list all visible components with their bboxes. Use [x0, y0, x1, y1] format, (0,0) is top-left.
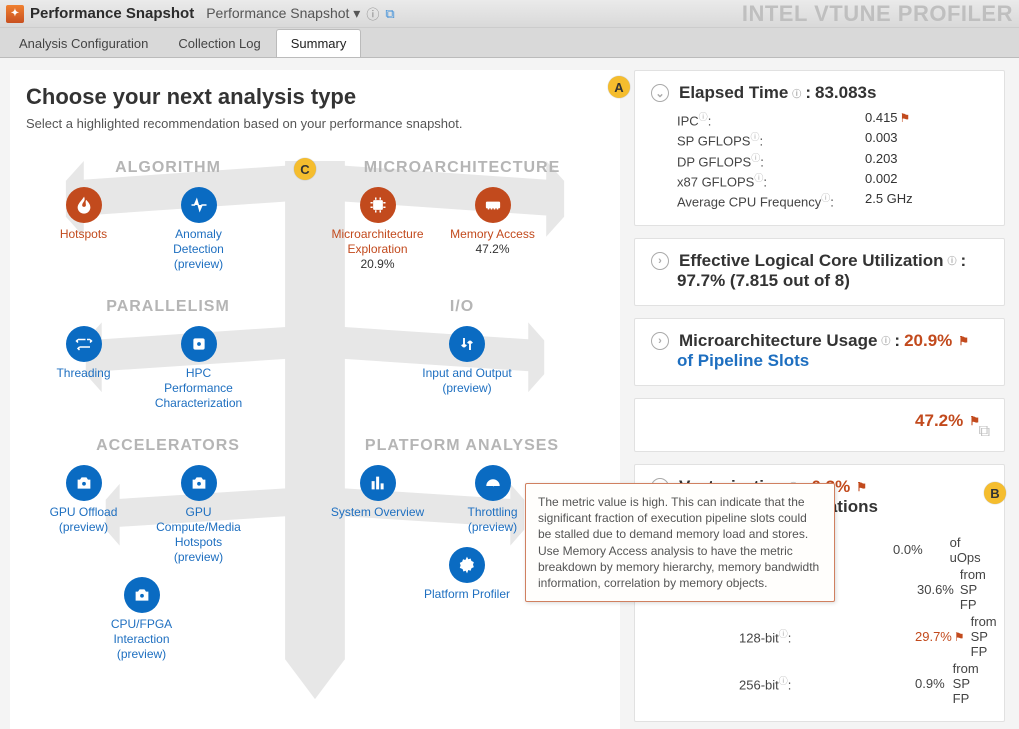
copy-link-icon[interactable]: ⧉: [385, 6, 394, 22]
memory-value: 47.2%: [915, 411, 963, 431]
camera-icon: [75, 474, 93, 492]
flame-icon: [75, 196, 93, 214]
expand-icon[interactable]: ›: [651, 252, 669, 270]
analysis-hotspots[interactable]: Hotspots: [36, 187, 131, 272]
marker-b: B: [984, 482, 1006, 504]
group-title-algorithm: ALGORITHM: [26, 159, 310, 177]
flag-icon: ⚑: [958, 334, 969, 348]
micro-title: Microarchitecture Usage: [679, 331, 877, 351]
copy-icon[interactable]: ⧉: [979, 423, 990, 441]
logical-title: Effective Logical Core Utilization: [679, 251, 944, 271]
hpc-icon: [190, 335, 208, 353]
card-elapsed-time: ⌄ Elapsed Timeⓘ: 83.083s IPCⓘ:0.415⚑ SP …: [634, 70, 1005, 226]
gauge-icon: [484, 474, 502, 492]
tab-bar: Analysis Configuration Collection Log Su…: [0, 28, 1019, 58]
group-title-platform: PLATFORM ANALYSES: [320, 437, 604, 455]
analysis-anomaly-detection[interactable]: Anomaly Detection (preview): [151, 187, 246, 272]
elapsed-title: Elapsed Time: [679, 83, 788, 103]
threads-icon: [75, 335, 93, 353]
analysis-input-output[interactable]: Input and Output (preview): [420, 326, 515, 396]
metric-tooltip: The metric value is high. This can indic…: [525, 483, 835, 602]
app-logo-icon: ✦: [6, 5, 24, 23]
flag-icon: ⚑: [856, 480, 867, 494]
analysis-gpu-compute-hotspots[interactable]: GPU Compute/Media Hotspots (preview): [151, 465, 246, 565]
logical-value: 97.7% (7.815 out of 8): [677, 271, 850, 291]
metrics-panel: ⌄ Elapsed Timeⓘ: 83.083s IPCⓘ:0.415⚑ SP …: [620, 58, 1019, 729]
collapse-icon[interactable]: ⌄: [651, 84, 669, 102]
marker-c: C: [294, 158, 316, 180]
help-icon[interactable]: ⓘ: [366, 4, 379, 23]
pulse-icon: [190, 196, 208, 214]
card-memory: 47.2% ⚑ ⧉: [634, 398, 1005, 452]
group-title-accelerators: ACCELERATORS: [26, 437, 310, 455]
analysis-platform-profiler[interactable]: Platform Profiler: [420, 547, 515, 602]
analysis-gpu-offload[interactable]: GPU Offload (preview): [36, 465, 131, 565]
analysis-hpc[interactable]: HPC Performance Characterization: [151, 326, 246, 411]
gear-icon: [458, 556, 476, 574]
group-title-microarchitecture: MICROARCHITECTURE: [320, 159, 604, 177]
expand-icon[interactable]: ›: [651, 332, 669, 350]
tab-analysis-configuration[interactable]: Analysis Configuration: [4, 29, 163, 57]
brand-label: INTEL VTUNE PROFILER: [742, 1, 1013, 27]
flag-icon: ⚑: [900, 111, 911, 125]
analysis-memory-access[interactable]: Memory Access 47.2%: [445, 187, 540, 272]
group-title-parallelism: PARALLELISM: [26, 298, 310, 316]
camera-icon: [133, 586, 151, 604]
result-name[interactable]: Performance Snapshot ▾: [206, 5, 360, 22]
micro-value: 20.9%: [904, 331, 952, 351]
tab-summary[interactable]: Summary: [276, 29, 362, 57]
analysis-system-overview[interactable]: System Overview: [330, 465, 425, 535]
elapsed-metrics: IPCⓘ:0.415⚑ SP GFLOPSⓘ:0.003 DP GFLOPSⓘ:…: [677, 109, 988, 211]
top-bar: ✦ Performance Snapshot Performance Snaps…: [0, 0, 1019, 28]
choose-heading: Choose your next analysis type: [26, 84, 604, 110]
io-icon: [458, 335, 476, 353]
chip-icon: [369, 196, 387, 214]
group-title-io: I/O: [320, 298, 604, 316]
tab-collection-log[interactable]: Collection Log: [163, 29, 275, 57]
camera-icon: [190, 474, 208, 492]
analysis-threading[interactable]: Threading: [36, 326, 131, 411]
card-logical-core: › Effective Logical Core Utilizationⓘ: 9…: [634, 238, 1005, 306]
memory-icon: [484, 196, 502, 214]
card-microarch-usage: › Microarchitecture Usageⓘ: 20.9% ⚑ of P…: [634, 318, 1005, 386]
analysis-cpu-fpga[interactable]: CPU/FPGA Interaction (preview): [94, 577, 189, 662]
choose-subheading: Select a highlighted recommendation base…: [26, 116, 604, 131]
elapsed-value: 83.083s: [815, 83, 876, 103]
analysis-microarch-exploration[interactable]: Microarchitecture Exploration 20.9%: [330, 187, 425, 272]
micro-subtitle[interactable]: of Pipeline Slots: [677, 351, 988, 371]
marker-a: A: [608, 76, 630, 98]
content-area: Choose your next analysis type Select a …: [0, 58, 1019, 729]
bars-icon: [369, 474, 387, 492]
app-title: Performance Snapshot: [30, 5, 194, 22]
